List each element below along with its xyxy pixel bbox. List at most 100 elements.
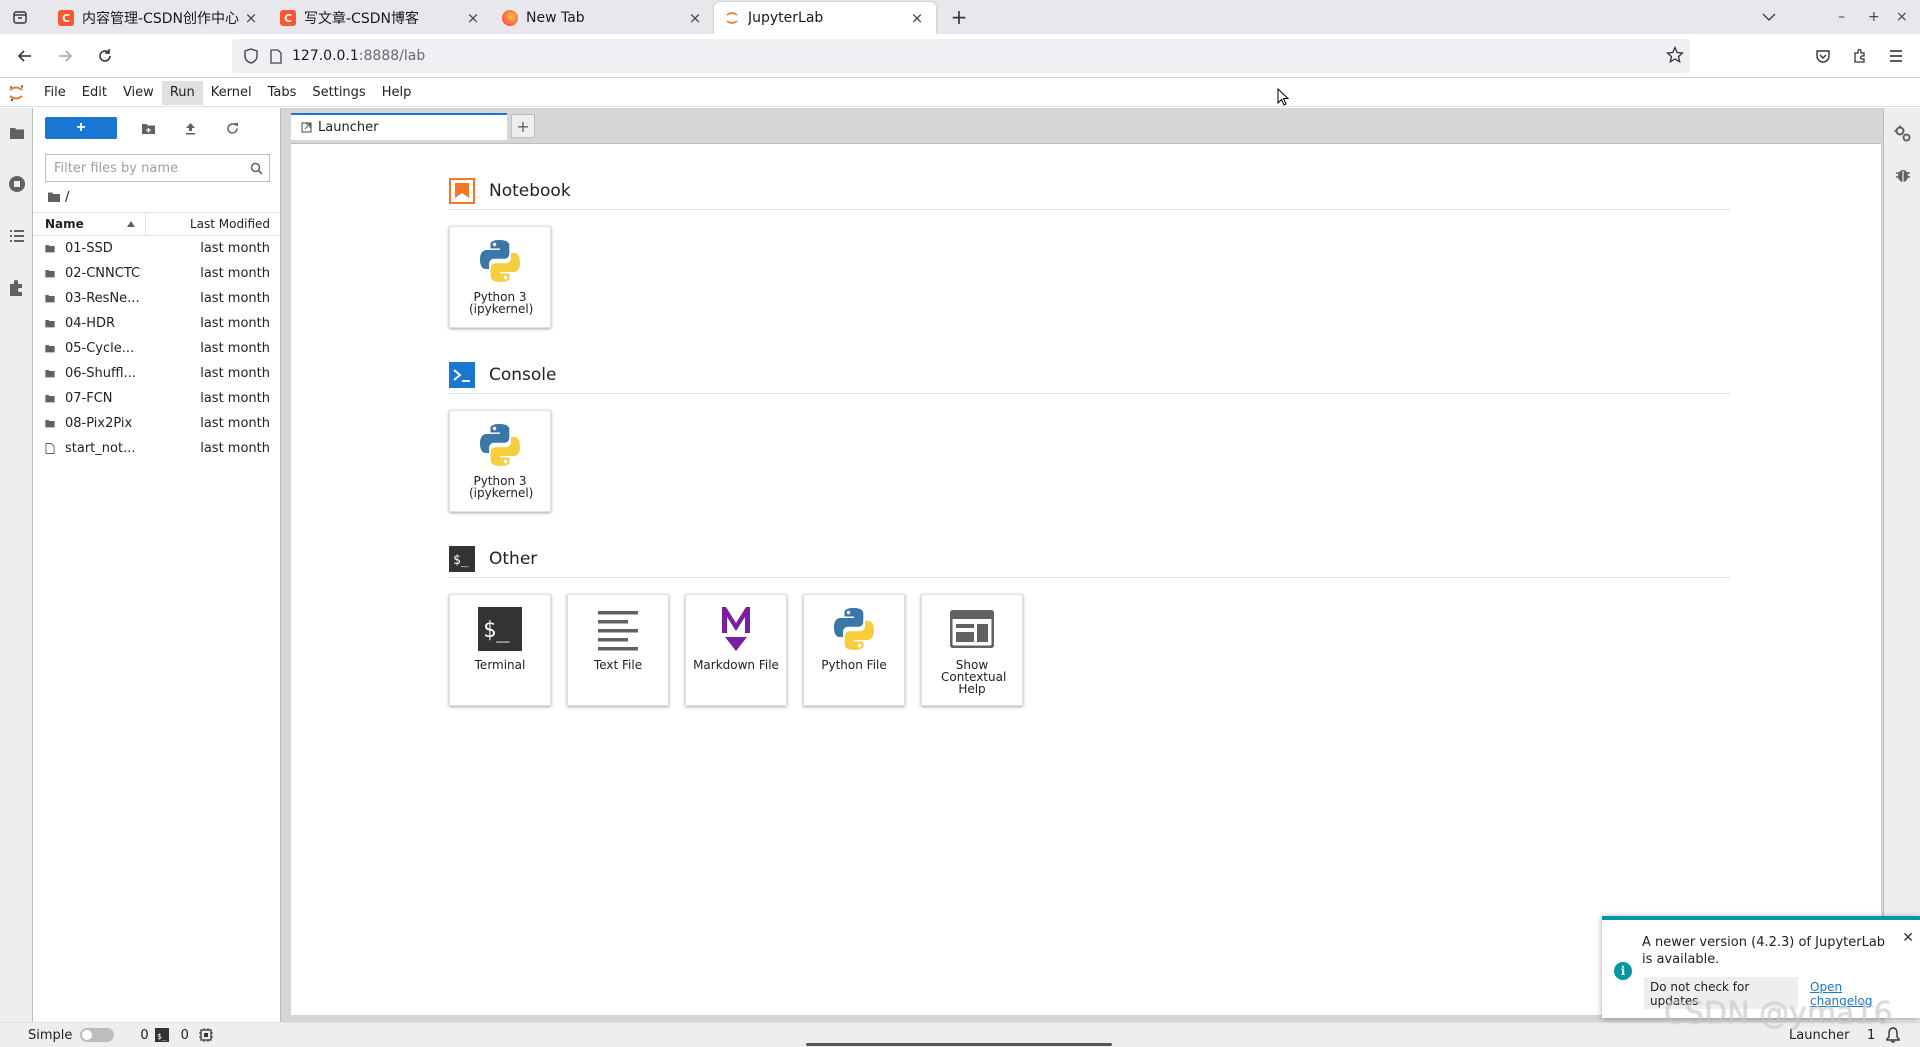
breadcrumb-root[interactable]: / bbox=[65, 190, 69, 205]
file-row[interactable]: 02-CNNCTC last month bbox=[33, 261, 280, 286]
search-icon bbox=[243, 162, 269, 175]
file-row[interactable]: 07-FCN last month bbox=[33, 386, 280, 411]
new-folder-icon[interactable] bbox=[127, 117, 169, 139]
forward-icon[interactable] bbox=[48, 39, 82, 73]
close-icon[interactable]: ✕ bbox=[1902, 930, 1914, 946]
debugger-icon[interactable] bbox=[1884, 160, 1920, 190]
pocket-icon[interactable] bbox=[1806, 39, 1840, 73]
column-modified-header[interactable]: Last Modified bbox=[146, 217, 280, 231]
mouse-cursor-icon bbox=[1277, 87, 1290, 110]
home-folder-icon[interactable] bbox=[47, 191, 61, 203]
file-browser-icon[interactable] bbox=[0, 108, 33, 158]
reload-icon[interactable] bbox=[88, 39, 122, 73]
url-bar[interactable]: 127.0.0.1:8888/lab bbox=[232, 39, 1690, 73]
extensions-icon[interactable] bbox=[1843, 39, 1877, 73]
launcher-card-console-python3[interactable]: Python 3 (ipykernel) bbox=[449, 410, 551, 512]
terminals-count[interactable]: 0 bbox=[140, 1028, 148, 1043]
tab-launcher[interactable]: Launcher bbox=[291, 113, 507, 140]
file-row[interactable]: 06-Shuffl... last month bbox=[33, 361, 280, 386]
launcher-card-terminal[interactable]: $_ Terminal bbox=[449, 594, 551, 706]
tab-overflow-icon[interactable] bbox=[1762, 0, 1776, 34]
file-icon bbox=[33, 442, 55, 455]
launcher-panel: Notebook Python 3 (ipykernel) Console Py… bbox=[291, 143, 1881, 1015]
terminal-status-icon: $_ bbox=[154, 1028, 169, 1042]
file-row[interactable]: 04-HDR last month bbox=[33, 311, 280, 336]
close-tab-icon[interactable]: × bbox=[464, 9, 482, 27]
console-icon bbox=[449, 361, 475, 388]
filter-files-field[interactable] bbox=[45, 154, 270, 182]
menu-edit[interactable]: Edit bbox=[74, 81, 115, 105]
folder-icon bbox=[33, 368, 55, 379]
url-path: :8888/lab bbox=[358, 48, 426, 64]
file-row[interactable]: 01-SSD last month bbox=[33, 236, 280, 261]
folder-icon bbox=[33, 418, 55, 429]
column-name-header[interactable]: Name bbox=[33, 213, 146, 235]
upload-icon[interactable] bbox=[169, 117, 211, 139]
notification-message: A newer version (4.2.3) of JupyterLab is… bbox=[1642, 935, 1886, 967]
file-modified: last month bbox=[200, 241, 270, 256]
launcher-card-python-file[interactable]: Python File bbox=[803, 594, 905, 706]
file-browser-toolbar: + bbox=[33, 108, 280, 148]
menu-kernel[interactable]: Kernel bbox=[203, 81, 260, 105]
launcher-card-contextual-help[interactable]: Show Contextual Help bbox=[921, 594, 1023, 706]
tab-list-icon[interactable] bbox=[6, 3, 34, 31]
file-browser-panel: + / Name Last Modified 01-SSDlast month0 bbox=[33, 108, 281, 1022]
file-modified: last month bbox=[200, 416, 270, 431]
file-modified: last month bbox=[200, 316, 270, 331]
file-row[interactable]: 05-Cycle... last month bbox=[33, 336, 280, 361]
table-of-contents-icon[interactable] bbox=[0, 210, 33, 262]
url-host: 127.0.0.1 bbox=[292, 48, 359, 64]
file-modified: last month bbox=[200, 366, 270, 381]
close-tab-icon[interactable]: × bbox=[908, 9, 926, 27]
filter-files-input[interactable] bbox=[46, 155, 243, 181]
menu-view[interactable]: View bbox=[115, 81, 162, 105]
file-modified: last month bbox=[200, 391, 270, 406]
left-activity-bar bbox=[0, 108, 33, 1022]
menu-tabs[interactable]: Tabs bbox=[260, 81, 305, 105]
launcher-card-text-file[interactable]: Text File bbox=[567, 594, 669, 706]
bookmark-star-icon[interactable] bbox=[1666, 46, 1684, 64]
minimize-icon[interactable]: – bbox=[1838, 0, 1845, 34]
browser-tab-1[interactable]: C 写文章-CSDN博客 × bbox=[270, 2, 492, 34]
extension-manager-icon[interactable] bbox=[0, 262, 33, 314]
browser-tab-0[interactable]: C 内容管理-CSDN创作中心 × bbox=[48, 2, 270, 34]
python-icon bbox=[828, 603, 880, 655]
app-menu-icon[interactable] bbox=[1879, 39, 1913, 73]
refresh-icon[interactable] bbox=[211, 117, 253, 139]
property-inspector-icon[interactable] bbox=[1884, 108, 1920, 160]
simple-mode-toggle[interactable] bbox=[80, 1028, 115, 1042]
launcher-section-other: $_ Other $_ Terminal Text File Markdown … bbox=[449, 545, 1730, 706]
card-label: Show Contextual Help bbox=[941, 658, 1007, 696]
firefox-icon bbox=[502, 10, 518, 26]
file-row[interactable]: 08-Pix2Pix last month bbox=[33, 411, 280, 436]
watermark: CSDN @yma16 bbox=[1664, 996, 1893, 1031]
launcher-card-markdown-file[interactable]: Markdown File bbox=[685, 594, 787, 706]
back-icon[interactable] bbox=[8, 39, 42, 73]
close-tab-icon[interactable]: × bbox=[242, 9, 260, 27]
new-tab-button[interactable]: + bbox=[944, 2, 974, 32]
launcher-card-notebook-python3[interactable]: Python 3 (ipykernel) bbox=[449, 226, 551, 328]
maximize-icon[interactable]: + bbox=[1868, 0, 1880, 34]
section-title: Notebook bbox=[489, 180, 571, 201]
menu-help[interactable]: Help bbox=[374, 81, 420, 105]
panel-splitter[interactable] bbox=[281, 108, 289, 1022]
menu-settings[interactable]: Settings bbox=[304, 81, 373, 105]
page-scrollbar[interactable] bbox=[806, 1043, 1112, 1046]
browser-tab-2[interactable]: New Tab × bbox=[492, 2, 714, 34]
running-sessions-icon[interactable] bbox=[0, 158, 33, 210]
file-row[interactable]: 03-ResNe... last month bbox=[33, 286, 280, 311]
add-tab-button[interactable]: + bbox=[511, 114, 535, 138]
file-name: start_not... bbox=[65, 441, 136, 456]
close-window-icon[interactable]: × bbox=[1896, 0, 1908, 34]
menu-run[interactable]: Run bbox=[161, 80, 203, 105]
terminal-icon: $_ bbox=[474, 603, 526, 655]
menu-file[interactable]: File bbox=[36, 81, 74, 105]
kernels-count[interactable]: 0 bbox=[181, 1028, 189, 1043]
main-dock-area: Launcher + Notebook Python 3 (ipykernel) bbox=[289, 108, 1883, 1022]
close-tab-icon[interactable]: × bbox=[686, 9, 704, 27]
new-launcher-button[interactable]: + bbox=[45, 117, 117, 139]
card-label: Python 3 (ipykernel) bbox=[469, 290, 534, 316]
browser-tab-3[interactable]: JupyterLab × bbox=[714, 2, 936, 34]
shield-icon[interactable] bbox=[244, 48, 258, 64]
file-row[interactable]: start_not... last month bbox=[33, 436, 280, 461]
